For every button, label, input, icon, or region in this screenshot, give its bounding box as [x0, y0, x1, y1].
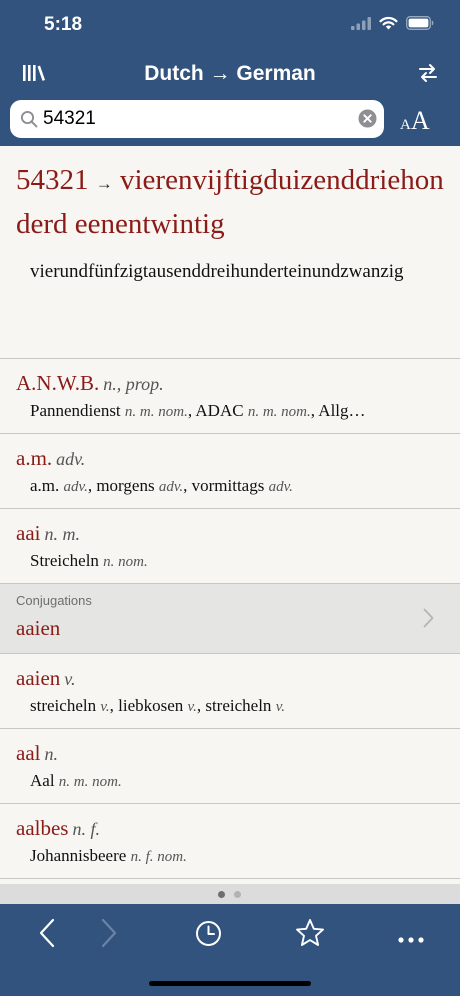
back-button[interactable] [38, 918, 56, 953]
results-list[interactable]: 54321 → vierenvijftigduizenddriehonderd … [0, 146, 460, 884]
status-icons [351, 16, 434, 30]
page-dot[interactable] [234, 891, 241, 898]
chevron-right-icon [423, 608, 434, 633]
font-size-small-glyph: A [400, 117, 411, 133]
font-size-big-glyph: A [410, 106, 430, 135]
entry-headword: A.N.W.B. [16, 371, 100, 395]
signal-icon [351, 16, 371, 30]
favorites-button[interactable] [295, 918, 325, 952]
history-icon [196, 921, 221, 946]
search-input[interactable]: 54321 [43, 108, 96, 130]
main-entry-translation: vierundfünfzigtausenddreihunderteinundzw… [30, 261, 404, 282]
entry-grammar: n. f. [72, 819, 100, 839]
battery-icon [406, 16, 434, 30]
home-indicator [149, 981, 311, 986]
entry-grammar: adv. [56, 449, 86, 469]
nav-title: Dutch → German [144, 62, 316, 85]
entry-translation: Streicheln n. nom. [30, 551, 148, 570]
entry-headword: aalbes [16, 816, 69, 840]
entry-translation: Aal n. m. nom. [30, 771, 122, 790]
search-icon [20, 110, 38, 133]
entry-translation: streicheln v., liebkosen v., streicheln … [30, 696, 285, 715]
wifi-icon [379, 16, 398, 30]
list-item[interactable]: A.N.W.B. n., prop. Pannendienst n. m. no… [0, 359, 460, 434]
entry-headword: a.m. [16, 446, 53, 470]
list-item[interactable]: aalbes n. f. Johannisbeere n. f. nom. [0, 804, 460, 879]
entry-translation: Johannisbeere n. f. nom. [30, 846, 187, 865]
swap-icon [419, 64, 437, 82]
main-headword-number: 54321 [16, 164, 89, 196]
conjugations-row[interactable]: Conjugations aaien [0, 584, 460, 654]
star-icon [296, 919, 324, 946]
list-item[interactable]: aal n. Aal n. m. nom. [0, 729, 460, 804]
page-indicator[interactable] [0, 884, 460, 904]
main-entry[interactable]: 54321 → vierenvijftigduizenddriehonderd … [0, 146, 460, 359]
list-item[interactable]: aai n. m. Streicheln n. nom. [0, 509, 460, 584]
forward-icon [101, 918, 117, 948]
entry-translation: Pannendienst n. m. nom., ADAC n. m. nom.… [30, 401, 366, 420]
conjugations-label: Conjugations [16, 593, 92, 608]
conjugations-word: aaien [16, 616, 61, 640]
entry-headword: aal [16, 741, 41, 765]
entry-translation: a.m. adv., morgens adv., vormittags adv. [30, 476, 293, 495]
entry-headword: aaien [16, 666, 61, 690]
nav-bar: Dutch → German [0, 50, 460, 98]
entry-grammar: n., prop. [103, 374, 164, 394]
status-bar: 5:18 [0, 0, 460, 50]
entry-grammar: v. [64, 669, 76, 689]
back-icon [39, 918, 55, 948]
list-item[interactable]: aaien v. streicheln v., liebkosen v., st… [0, 654, 460, 729]
list-item[interactable]: a.m. adv. a.m. adv., morgens adv., vormi… [0, 434, 460, 509]
swap-direction-button[interactable] [418, 62, 438, 89]
main-entry-headword: 54321 → vierenvijftigduizenddriehonderd … [16, 160, 444, 244]
entry-grammar: n. [44, 744, 58, 764]
page-dot[interactable] [218, 891, 225, 898]
forward-button[interactable] [100, 918, 118, 953]
more-icon [398, 937, 424, 943]
font-size-button[interactable]: AA [400, 106, 430, 136]
entry-grammar: n. m. [44, 524, 80, 544]
clear-search-button[interactable] [358, 109, 377, 133]
entry-headword: aai [16, 521, 41, 545]
history-button[interactable] [195, 920, 222, 952]
search-field[interactable]: 54321 [10, 100, 384, 138]
clear-icon [358, 109, 377, 128]
more-button[interactable] [398, 930, 424, 948]
status-time: 5:18 [44, 14, 83, 35]
arrow-icon: → [95, 174, 113, 193]
